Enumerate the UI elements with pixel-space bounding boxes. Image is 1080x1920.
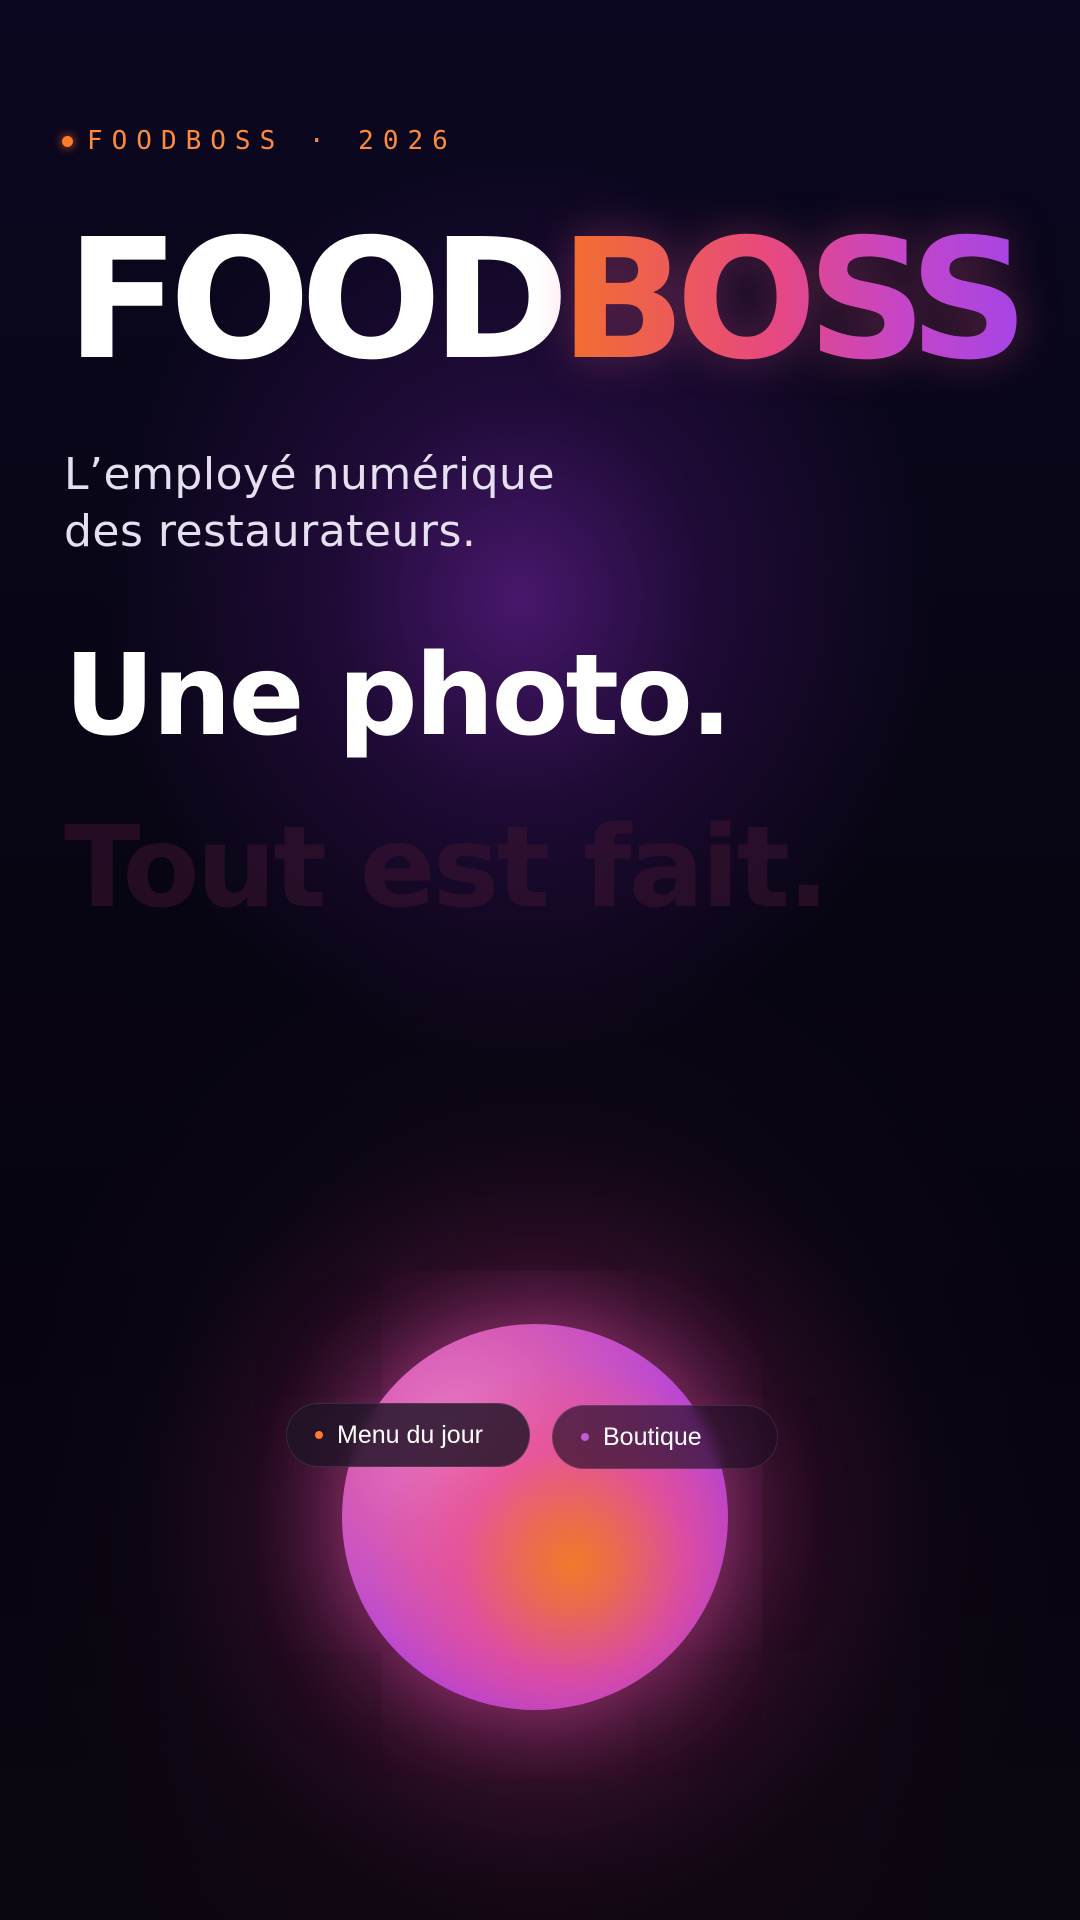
gradient-orb [342,1324,728,1710]
tagline: L’employé numérique des restaurateurs. [64,446,555,560]
boutique-chip[interactable]: Boutique [552,1405,778,1469]
headline-secondary: Tout est fait. [64,803,830,933]
chip-dot-icon [581,1433,589,1441]
boutique-label: Boutique [603,1422,702,1451]
headline-primary: Une photo. [64,631,733,761]
menu-du-jour-label: Menu du jour [337,1420,483,1449]
landing-screen: FOODBOSS · 2026 FOODBOSS L’employé numér… [0,0,1080,1920]
chip-dot-icon [315,1431,323,1439]
eyebrow-dot-icon [62,135,73,147]
eyebrow-tag: FOODBOSS · 2026 [62,126,457,156]
eyebrow-text: FOODBOSS · 2026 [87,126,457,156]
tagline-line-1: L’employé numérique [64,449,556,500]
logo-part-food: FOOD [66,204,569,397]
menu-du-jour-chip[interactable]: Menu du jour [286,1403,530,1467]
tagline-line-2: des restaurateurs. [64,506,477,557]
logo-part-boss: BOSS [559,204,1028,397]
brand-logo: FOODBOSS [66,218,1029,384]
